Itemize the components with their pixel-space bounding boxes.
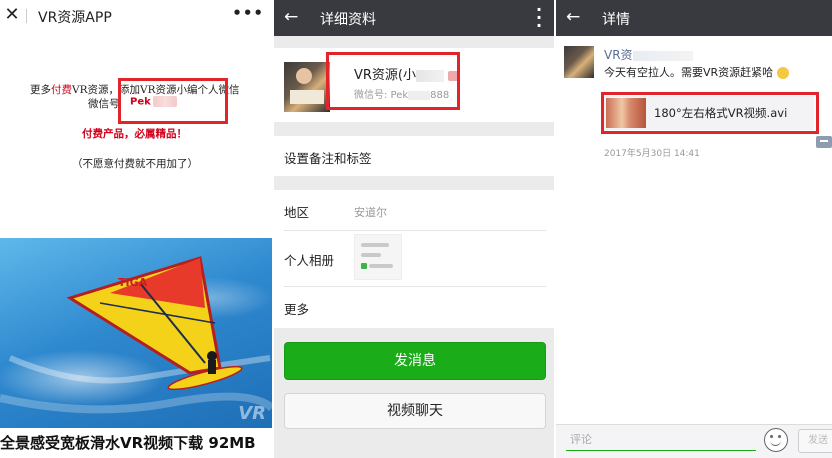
grin-emoji-icon (776, 67, 789, 79)
page-title: 详细资料 (320, 12, 376, 28)
album-row[interactable]: 个人相册 (274, 230, 554, 286)
region-row: 地区 安道尔 (274, 190, 554, 230)
wechat-id-label: 微信号 (88, 98, 120, 110)
post-timestamp: 2017年5月30日 14:41 (604, 149, 700, 159)
moment-top-bar: ← 详情 (556, 0, 832, 36)
detail-top-bar: ← 详细资料 · · · (274, 0, 554, 36)
more-label: 更多 (284, 302, 310, 317)
send-button[interactable]: 发送 (798, 429, 832, 453)
chat-bubble (369, 264, 393, 268)
avatar[interactable] (284, 62, 330, 112)
highlight-box (326, 52, 460, 110)
image-watermark: VR (238, 403, 266, 424)
windsurfer-illustration: TIGA (0, 256, 272, 414)
row-divider (284, 286, 546, 287)
bar-divider (26, 9, 27, 23)
post-text: 今天有空拉人。需要VR资源赶紧哈 (604, 64, 789, 80)
highlight-box (601, 92, 819, 134)
promo-text-pre: 更多 (30, 84, 51, 96)
vr-app-article-panel: ✕ VR资源APP ••• 更多付费VR资源，添加VR资源小编个人微信 微信号 … (0, 0, 272, 458)
skip-note: （不愿意付费就不用加了） (72, 158, 198, 170)
set-remark-row[interactable]: 设置备注和标签 (274, 136, 554, 176)
chat-bubble (361, 263, 367, 269)
comment-icon[interactable] (816, 136, 832, 148)
region-label: 地区 (284, 205, 310, 220)
set-remark-label: 设置备注和标签 (284, 151, 372, 166)
emoji-picker-icon[interactable] (764, 428, 788, 452)
row-divider (284, 230, 546, 231)
poster-name-text: VR资 (604, 48, 633, 62)
promo-text-paid: 付费 (51, 84, 72, 96)
back-arrow-icon[interactable]: ← (566, 7, 580, 27)
more-vertical-icon[interactable]: · · · (536, 2, 542, 34)
article-top-bar: ✕ VR资源APP ••• (0, 0, 272, 34)
poster-name[interactable]: VR资 (604, 46, 693, 63)
back-arrow-icon[interactable]: ← (284, 7, 298, 27)
contact-detail-panel: ← 详细资料 · · · VR资源(小 微信号: Pek 888 设置备注和标签 地区… (274, 0, 554, 458)
album-label: 个人相册 (284, 253, 335, 268)
comment-bar: 评论 发送 (556, 424, 832, 458)
send-message-button[interactable]: 发消息 (284, 342, 546, 380)
comment-input[interactable]: 评论 (566, 429, 756, 451)
blurred-redaction (632, 50, 693, 61)
page-title: 详情 (602, 12, 630, 28)
video-caption[interactable]: 全景感受宽板滑水VR视频下载 92MB (0, 432, 272, 458)
windsurf-photo: TIGA VR (0, 238, 272, 428)
chat-bubble (361, 253, 381, 257)
album-thumbnail[interactable] (354, 234, 402, 280)
more-row[interactable]: 更多 (274, 286, 554, 328)
moment-detail-panel: ← 详情 VR资 今天有空拉人。需要VR资源赶紧哈 180°左右格式VR视频.a… (556, 0, 832, 458)
chat-bubble (361, 243, 389, 247)
article-title: VR资源APP (38, 10, 112, 26)
avatar-text (290, 90, 324, 104)
avatar[interactable] (564, 46, 594, 78)
video-chat-button[interactable]: 视频聊天 (284, 393, 546, 429)
more-dots-icon[interactable]: ••• (232, 4, 264, 22)
post-text-body: 今天有空拉人。需要VR资源赶紧哈 (604, 66, 774, 79)
highlight-box (118, 78, 228, 124)
avatar-face (296, 68, 312, 84)
region-value: 安道尔 (354, 206, 387, 219)
svg-text:TIGA: TIGA (118, 276, 148, 289)
moment-post: VR资 今天有空拉人。需要VR资源赶紧哈 180°左右格式VR视频.avi 20… (556, 36, 832, 424)
paid-product-note: 付费产品，必属精品！ (82, 128, 187, 140)
close-icon[interactable]: ✕ (4, 6, 20, 24)
